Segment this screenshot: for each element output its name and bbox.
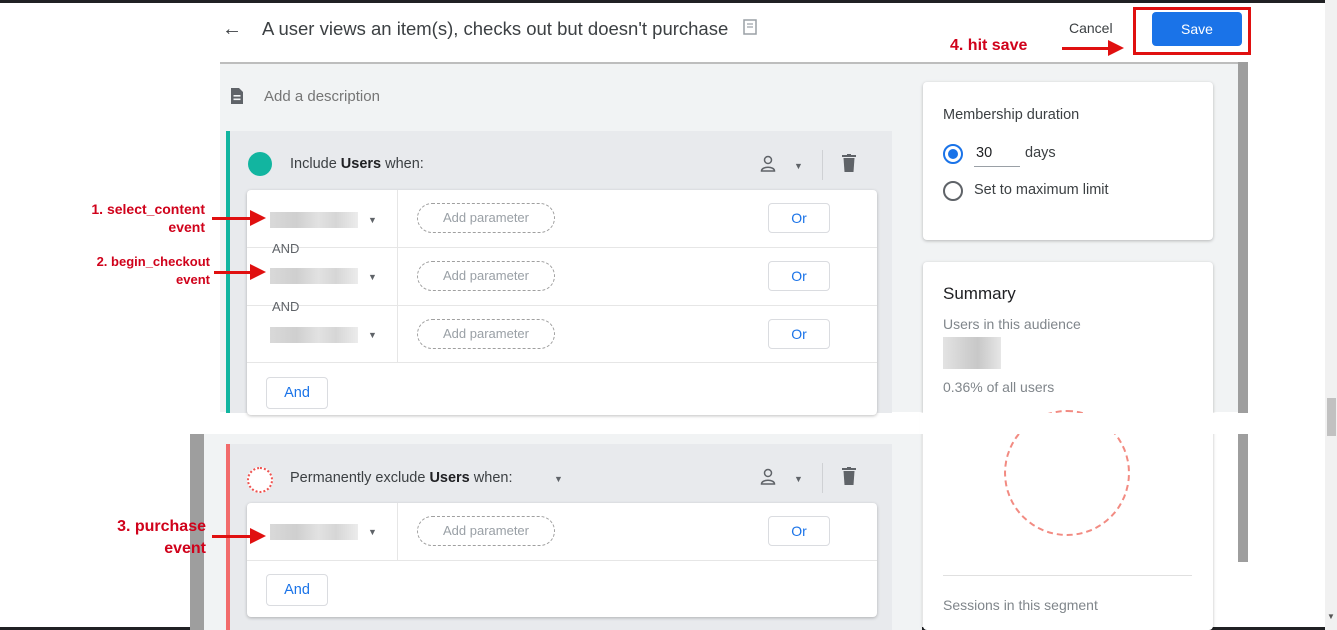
column-separator: [397, 190, 398, 363]
row-separator: [247, 560, 877, 561]
and-connector-label: AND: [272, 241, 300, 256]
page-scrollbar[interactable]: [1325, 0, 1337, 630]
header-separator: [822, 150, 823, 180]
duration-radio-selected[interactable]: [943, 144, 963, 164]
column-separator: [397, 503, 398, 560]
and-button[interactable]: And: [266, 377, 328, 409]
summary-title: Summary: [943, 284, 1016, 303]
include-indicator-icon: [248, 152, 272, 176]
membership-duration-title: Membership duration: [943, 107, 1080, 123]
save-button[interactable]: Save: [1152, 12, 1242, 46]
or-button[interactable]: Or: [768, 203, 830, 233]
edit-document-icon: [743, 19, 757, 35]
duration-input-underline: [974, 166, 1020, 167]
or-button[interactable]: Or: [768, 319, 830, 349]
exclude-group-label[interactable]: Permanently exclude Users when:: [290, 470, 512, 486]
row-separator: [247, 362, 877, 363]
scope-dropdown-caret-icon[interactable]: ▼: [794, 474, 803, 484]
event-select-value[interactable]: [270, 327, 358, 343]
annotation-step-1: 1. select_content event: [91, 201, 205, 235]
event-dropdown-caret-icon[interactable]: ▼: [368, 272, 377, 282]
canvas-top-border: [220, 62, 1248, 64]
cancel-button[interactable]: Cancel: [1069, 20, 1113, 36]
top-border: [0, 0, 1337, 3]
annotation-step-2: 2. begin_checkout event: [96, 254, 210, 287]
scroll-down-arrow-icon[interactable]: ▼: [1327, 612, 1335, 621]
annotation-step-4: 4. hit save: [950, 37, 1028, 54]
row-separator: [247, 305, 877, 306]
and-connector-label: AND: [272, 299, 300, 314]
annotation-arrow-3-head: [250, 528, 266, 544]
annotation-arrow-2: [214, 271, 252, 274]
annotation-step-3: 3. purchase event: [117, 518, 206, 557]
event-select-value[interactable]: [270, 268, 358, 284]
exclude-mode-dropdown-caret-icon[interactable]: ▼: [554, 474, 563, 484]
annotation-arrow-1: [212, 217, 252, 220]
add-parameter-button[interactable]: Add parameter: [417, 261, 555, 291]
add-parameter-button[interactable]: Add parameter: [417, 319, 555, 349]
or-button[interactable]: Or: [768, 261, 830, 291]
delete-trash-icon[interactable]: [842, 154, 856, 172]
exclude-indicator-icon: [247, 467, 273, 493]
delete-trash-icon[interactable]: [842, 467, 856, 485]
duration-unit-label: days: [1025, 145, 1056, 161]
inner-scrollbar[interactable]: [1238, 62, 1248, 562]
person-scope-icon[interactable]: [760, 468, 776, 486]
duration-input[interactable]: 30: [976, 145, 992, 161]
event-select-value[interactable]: [270, 212, 358, 228]
header-separator: [822, 463, 823, 493]
event-dropdown-caret-icon[interactable]: ▼: [368, 330, 377, 340]
page-scrollbar-thumb[interactable]: [1327, 398, 1336, 436]
max-limit-label[interactable]: Set to maximum limit: [974, 182, 1109, 198]
event-dropdown-caret-icon[interactable]: ▼: [368, 215, 377, 225]
annotation-arrow-2-head: [250, 264, 266, 280]
annotation-arrow-3: [212, 535, 252, 538]
event-dropdown-caret-icon[interactable]: ▼: [368, 527, 377, 537]
event-select-value[interactable]: [270, 524, 358, 540]
description-input[interactable]: Add a description: [264, 88, 380, 105]
users-count-value: [943, 337, 1001, 369]
audience-title[interactable]: A user views an item(s), checks out but …: [262, 17, 728, 41]
annotation-arrow-4-head: [1108, 40, 1124, 56]
add-parameter-button[interactable]: Add parameter: [417, 516, 555, 546]
or-button[interactable]: Or: [768, 516, 830, 546]
membership-duration-card: [923, 82, 1213, 240]
back-arrow-icon[interactable]: ←: [222, 17, 242, 41]
document-icon: [231, 88, 243, 104]
row-separator: [247, 247, 877, 248]
sessions-in-segment-label: Sessions in this segment: [943, 597, 1098, 613]
users-in-audience-label: Users in this audience: [943, 316, 1081, 332]
summary-divider: [943, 575, 1192, 576]
scope-dropdown-caret-icon[interactable]: ▼: [794, 161, 803, 171]
users-percent-label: 0.36% of all users: [943, 379, 1055, 395]
add-parameter-button[interactable]: Add parameter: [417, 203, 555, 233]
screenshot-gap-overlay: [920, 413, 1250, 434]
include-group-label: Include Users when:: [290, 156, 424, 172]
and-button[interactable]: And: [266, 574, 328, 606]
person-scope-icon[interactable]: [760, 155, 776, 173]
annotation-arrow-1-head: [250, 210, 266, 226]
max-limit-radio[interactable]: [943, 181, 963, 201]
annotation-arrow-4: [1062, 47, 1110, 50]
